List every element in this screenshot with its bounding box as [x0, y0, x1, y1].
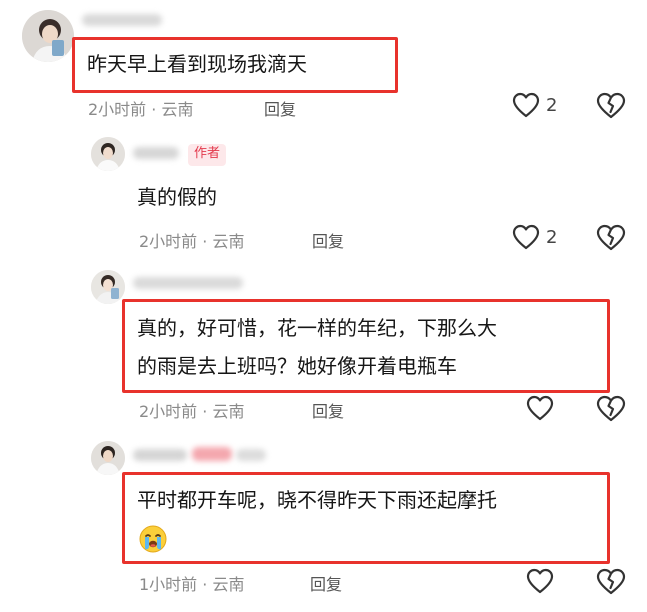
- separator: ·: [151, 100, 157, 119]
- avatar[interactable]: [22, 10, 74, 62]
- blurred-username: [133, 277, 243, 289]
- heart-outline-icon: [526, 395, 554, 421]
- crying-face-icon: [139, 525, 167, 553]
- reply-button[interactable]: 回复: [310, 571, 342, 595]
- like-button[interactable]: 2: [512, 92, 557, 118]
- comment-text: 昨天早上看到现场我滴天: [87, 52, 307, 76]
- like-button[interactable]: [526, 568, 554, 594]
- author-badge: 作者: [188, 144, 227, 166]
- separator: ·: [202, 575, 208, 594]
- broken-heart-icon[interactable]: [596, 395, 626, 422]
- blurred-username: [133, 147, 179, 159]
- comment-meta: 2小时前 · 云南: [139, 398, 244, 422]
- blurred-username: [82, 14, 162, 26]
- blurred-username-badge: [192, 447, 232, 461]
- comment-text-line-1: 真的，好可惜，花一样的年纪，下那么大: [137, 316, 497, 340]
- heart-outline-icon: [512, 92, 540, 118]
- location: 云南: [212, 232, 245, 251]
- timestamp: 2小时前: [139, 402, 198, 421]
- heart-outline-icon: [526, 568, 554, 594]
- comment-meta: 1小时前 · 云南: [139, 571, 244, 595]
- broken-heart-icon[interactable]: [596, 224, 626, 251]
- blurred-username: [133, 449, 187, 461]
- like-button[interactable]: [526, 395, 554, 421]
- reply-button[interactable]: 回复: [264, 96, 296, 120]
- reply-button[interactable]: 回复: [312, 228, 344, 252]
- avatar[interactable]: [91, 137, 125, 171]
- comment-text: 真的假的: [137, 185, 217, 209]
- broken-heart-icon[interactable]: [596, 92, 626, 119]
- avatar[interactable]: [91, 441, 125, 475]
- avatar[interactable]: [91, 270, 125, 304]
- location: 云南: [212, 402, 245, 421]
- separator: ·: [202, 402, 208, 421]
- timestamp: 1小时前: [139, 575, 198, 594]
- like-count: 2: [546, 94, 558, 116]
- comment-text-line-2: 的雨是去上班吗？她好像开着电瓶车: [137, 354, 457, 378]
- like-count: 2: [546, 226, 558, 248]
- broken-heart-icon[interactable]: [596, 568, 626, 595]
- comment-meta: 2小时前 · 云南: [88, 96, 193, 120]
- blurred-username-extra: [236, 449, 266, 461]
- separator: ·: [202, 232, 208, 251]
- location: 云南: [161, 100, 194, 119]
- location: 云南: [212, 575, 245, 594]
- timestamp: 2小时前: [88, 100, 147, 119]
- comment-meta: 2小时前 · 云南: [139, 228, 244, 252]
- like-button[interactable]: 2: [512, 224, 557, 250]
- heart-outline-icon: [512, 224, 540, 250]
- timestamp: 2小时前: [139, 232, 198, 251]
- comment-text: 平时都开车呢，晓不得昨天下雨还起摩托: [137, 488, 497, 512]
- reply-button[interactable]: 回复: [312, 398, 344, 422]
